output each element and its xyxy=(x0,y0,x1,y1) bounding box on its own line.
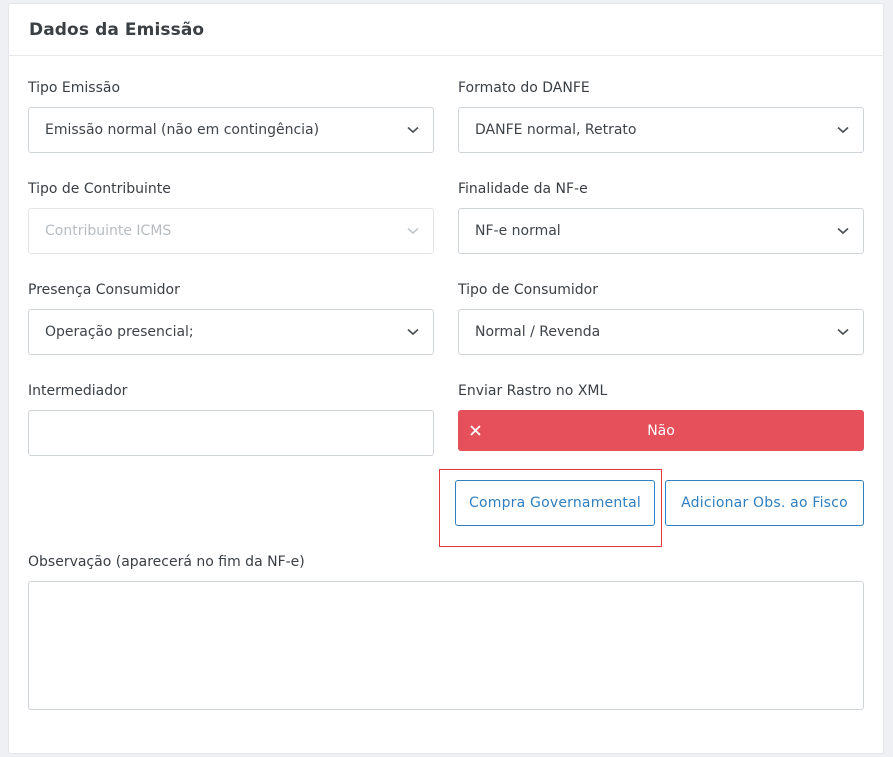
tipo-consumidor-select[interactable]: Normal / Revenda xyxy=(458,309,864,355)
tipo-consumidor-value: Normal / Revenda xyxy=(475,324,601,340)
intermediador-label: Intermediador xyxy=(28,383,128,399)
card-header: Dados da Emissão xyxy=(9,4,883,56)
chevron-down-icon xyxy=(823,209,863,253)
formato-danfe-select[interactable]: DANFE normal, Retrato xyxy=(458,107,864,153)
chevron-down-icon xyxy=(393,310,433,354)
close-icon xyxy=(458,425,492,436)
adicionar-obs-fisco-button[interactable]: Adicionar Obs. ao Fisco xyxy=(665,480,864,526)
enviar-rastro-label: Enviar Rastro no XML xyxy=(458,383,608,399)
tipo-contribuinte-select: Contribuinte ICMS xyxy=(28,208,434,254)
presenca-consumidor-value: Operação presencial; xyxy=(45,324,194,340)
observacao-label: Observação (aparecerá no fim da NF-e) xyxy=(28,554,305,570)
intermediador-input[interactable] xyxy=(28,410,434,456)
compra-governamental-button[interactable]: Compra Governamental xyxy=(455,480,655,526)
finalidade-nfe-value: NF-e normal xyxy=(475,223,561,239)
finalidade-nfe-label: Finalidade da NF-e xyxy=(458,181,588,197)
observacao-textarea[interactable] xyxy=(28,581,864,710)
tipo-emissao-select[interactable]: Emissão normal (não em contingência) xyxy=(28,107,434,153)
chevron-down-icon xyxy=(823,108,863,152)
finalidade-nfe-select[interactable]: NF-e normal xyxy=(458,208,864,254)
formato-danfe-label: Formato do DANFE xyxy=(458,80,590,96)
tipo-contribuinte-label: Tipo de Contribuinte xyxy=(28,181,171,197)
formato-danfe-value: DANFE normal, Retrato xyxy=(475,122,637,138)
presenca-consumidor-label: Presença Consumidor xyxy=(28,282,180,298)
chevron-down-icon xyxy=(393,108,433,152)
chevron-down-icon xyxy=(393,209,433,253)
tipo-emissao-value: Emissão normal (não em contingência) xyxy=(45,122,320,138)
enviar-rastro-toggle[interactable]: Não xyxy=(458,410,864,451)
tipo-consumidor-label: Tipo de Consumidor xyxy=(458,282,598,298)
presenca-consumidor-select[interactable]: Operação presencial; xyxy=(28,309,434,355)
enviar-rastro-value: Não xyxy=(647,422,675,439)
chevron-down-icon xyxy=(823,310,863,354)
card-title: Dados da Emissão xyxy=(29,20,205,40)
tipo-contribuinte-value: Contribuinte ICMS xyxy=(45,223,172,239)
tipo-emissao-label: Tipo Emissão xyxy=(28,80,121,96)
